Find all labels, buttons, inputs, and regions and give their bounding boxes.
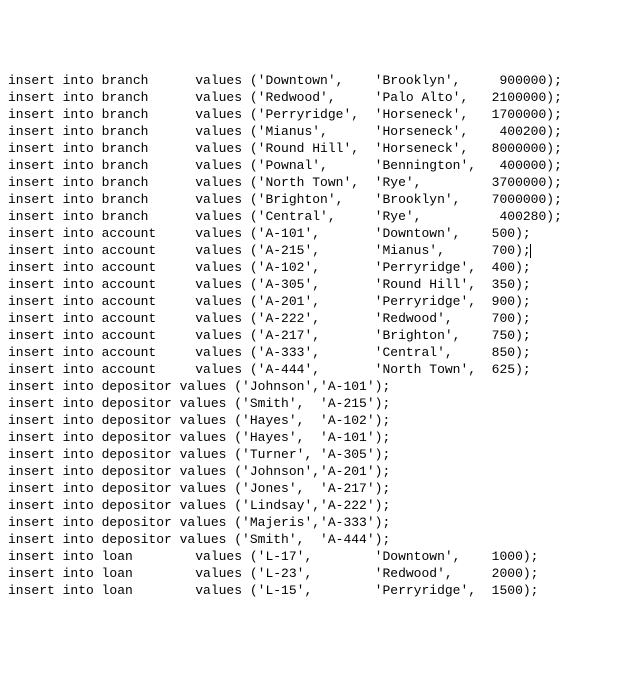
- code-line[interactable]: insert into depositor values ('Smith', '…: [8, 395, 622, 412]
- code-line[interactable]: insert into branch values ('North Town',…: [8, 174, 622, 191]
- code-line[interactable]: insert into depositor values ('Turner', …: [8, 446, 622, 463]
- code-line[interactable]: insert into branch values ('Pownal', 'Be…: [8, 157, 622, 174]
- code-line[interactable]: insert into branch values ('Mianus', 'Ho…: [8, 123, 622, 140]
- code-line[interactable]: insert into depositor values ('Smith', '…: [8, 531, 622, 548]
- sql-code-editor[interactable]: insert into branch values ('Downtown', '…: [8, 72, 622, 599]
- code-line[interactable]: insert into depositor values ('Johnson',…: [8, 378, 622, 395]
- code-line[interactable]: insert into loan values ('L-17', 'Downto…: [8, 548, 622, 565]
- code-line[interactable]: insert into branch values ('Central', 'R…: [8, 208, 622, 225]
- code-line[interactable]: insert into depositor values ('Jones', '…: [8, 480, 622, 497]
- code-line[interactable]: insert into account values ('A-444', 'No…: [8, 361, 622, 378]
- code-line[interactable]: insert into account values ('A-222', 'Re…: [8, 310, 622, 327]
- code-line[interactable]: insert into branch values ('Perryridge',…: [8, 106, 622, 123]
- code-line[interactable]: insert into account values ('A-217', 'Br…: [8, 327, 622, 344]
- code-line[interactable]: insert into branch values ('Round Hill',…: [8, 140, 622, 157]
- code-line[interactable]: insert into depositor values ('Hayes', '…: [8, 429, 622, 446]
- code-line[interactable]: insert into account values ('A-333', 'Ce…: [8, 344, 622, 361]
- code-line[interactable]: insert into depositor values ('Hayes', '…: [8, 412, 622, 429]
- code-line[interactable]: insert into branch values ('Brighton', '…: [8, 191, 622, 208]
- code-line[interactable]: insert into account values ('A-305', 'Ro…: [8, 276, 622, 293]
- code-line[interactable]: insert into loan values ('L-15', 'Perryr…: [8, 582, 622, 599]
- text-caret: [530, 244, 531, 258]
- code-line[interactable]: insert into account values ('A-102', 'Pe…: [8, 259, 622, 276]
- code-line[interactable]: insert into depositor values ('Lindsay',…: [8, 497, 622, 514]
- code-line[interactable]: insert into loan values ('L-23', 'Redwoo…: [8, 565, 622, 582]
- code-line[interactable]: insert into depositor values ('Majeris',…: [8, 514, 622, 531]
- code-line[interactable]: insert into account values ('A-101', 'Do…: [8, 225, 622, 242]
- code-line[interactable]: insert into depositor values ('Johnson',…: [8, 463, 622, 480]
- code-line[interactable]: insert into account values ('A-215', 'Mi…: [8, 242, 622, 259]
- code-line[interactable]: insert into account values ('A-201', 'Pe…: [8, 293, 622, 310]
- code-line[interactable]: insert into branch values ('Downtown', '…: [8, 72, 622, 89]
- code-line[interactable]: insert into branch values ('Redwood', 'P…: [8, 89, 622, 106]
